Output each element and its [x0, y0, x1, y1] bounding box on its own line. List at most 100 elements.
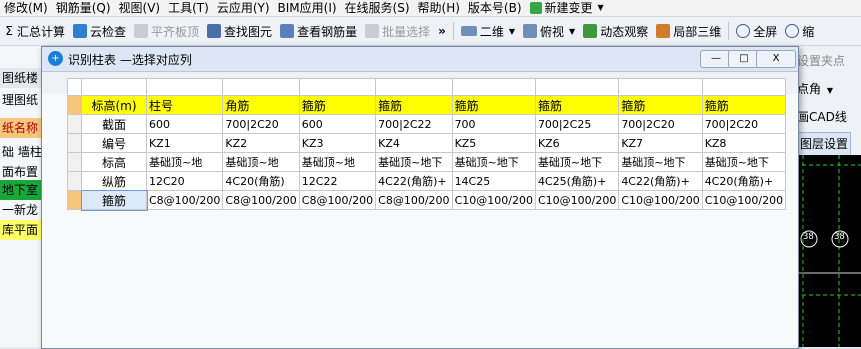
- menu-rebar-quantity[interactable]: 钢筋量(Q): [52, 0, 115, 16]
- table-cell[interactable]: C8@100/200: [375, 190, 453, 210]
- table-cell[interactable]: KZ8: [701, 133, 787, 153]
- menu-version[interactable]: 版本号(B): [464, 0, 526, 16]
- left-panel-item[interactable]: 础 墙柱: [0, 142, 44, 162]
- table-cell[interactable]: KZ2: [222, 133, 300, 153]
- row-header[interactable]: [67, 114, 82, 134]
- table-cell[interactable]: [701, 78, 787, 96]
- row-label[interactable]: 纵筋: [81, 171, 147, 191]
- menu-tools[interactable]: 工具(T): [164, 0, 213, 16]
- cad-canvas[interactable]: 38 38: [795, 155, 861, 347]
- row-label[interactable]: 箍筋: [80, 189, 148, 211]
- point-angle-button[interactable]: 点角 ▼: [797, 78, 833, 100]
- table-cell[interactable]: 700|2C20: [618, 114, 703, 134]
- table-cell[interactable]: KZ5: [451, 133, 536, 153]
- dynamic-view-button[interactable]: 动态观察: [579, 19, 652, 43]
- header-label[interactable]: 标高(m): [81, 95, 147, 115]
- table-cell[interactable]: [81, 78, 147, 96]
- cloud-check-button[interactable]: 云检查: [69, 19, 130, 43]
- table-cell[interactable]: 12C20: [145, 171, 224, 191]
- layer-settings-tab[interactable]: 图层设置: [797, 132, 852, 156]
- menu-help[interactable]: 帮助(H): [414, 0, 464, 16]
- table-cell[interactable]: C10@100/200: [701, 190, 787, 210]
- row-label[interactable]: 编号: [81, 133, 147, 153]
- menu-online-service[interactable]: 在线服务(S): [341, 0, 414, 16]
- table-cell[interactable]: [618, 78, 703, 96]
- row-label[interactable]: 标高: [81, 152, 147, 172]
- row-header[interactable]: [67, 171, 82, 191]
- table-cell[interactable]: 4C20(角筋)+: [701, 171, 787, 191]
- dialog-titlebar[interactable]: + 识别柱表 —选择对应列 — □ X: [42, 47, 798, 72]
- menu-bim[interactable]: BIM应用(I): [274, 0, 341, 16]
- row-header[interactable]: [67, 133, 82, 153]
- table-cell[interactable]: C8@100/200: [222, 190, 300, 210]
- batch-select-button[interactable]: 批量选择: [361, 19, 434, 43]
- table-cell[interactable]: 700|2C20: [222, 114, 300, 134]
- table-cell[interactable]: 基础顶~地: [298, 152, 377, 172]
- column-type-select[interactable]: 箍筋: [298, 95, 377, 115]
- left-panel-item[interactable]: 图纸楼: [0, 68, 44, 88]
- table-cell[interactable]: 14C25: [451, 171, 536, 191]
- table-cell[interactable]: 600: [145, 114, 224, 134]
- cad-line-button[interactable]: 画CAD线: [797, 106, 847, 128]
- column-type-select[interactable]: 箍筋: [534, 95, 620, 115]
- table-cell[interactable]: 700|2C22: [375, 114, 453, 134]
- left-panel-item[interactable]: 理图纸: [0, 90, 44, 110]
- table-cell[interactable]: [298, 78, 377, 96]
- table-cell[interactable]: 基础顶~地下: [618, 152, 703, 172]
- table-cell[interactable]: C10@100/200: [618, 190, 703, 210]
- table-cell[interactable]: KZ4: [375, 133, 453, 153]
- more-button[interactable]: »: [434, 19, 450, 43]
- top-view-dropdown[interactable]: 俯视 ▼: [519, 19, 579, 43]
- table-cell[interactable]: 700|2C25: [534, 114, 620, 134]
- table-cell[interactable]: 基础顶~地下: [451, 152, 536, 172]
- table-cell[interactable]: 基础顶~地: [222, 152, 300, 172]
- table-cell[interactable]: C8@100/200: [298, 190, 377, 210]
- row-header[interactable]: [67, 152, 82, 172]
- table-cell[interactable]: [534, 78, 620, 96]
- left-panel-item[interactable]: 库平面: [0, 220, 44, 240]
- table-cell[interactable]: KZ1: [145, 133, 224, 153]
- table-cell[interactable]: 4C25(角筋)+: [534, 171, 620, 191]
- fullscreen-button[interactable]: 全屏: [732, 19, 781, 43]
- table-cell[interactable]: C10@100/200: [534, 190, 620, 210]
- table-cell[interactable]: KZ7: [618, 133, 703, 153]
- table-cell[interactable]: 700|2C20: [701, 114, 787, 134]
- table-cell[interactable]: [222, 78, 300, 96]
- left-panel-item[interactable]: 一新龙: [0, 200, 44, 220]
- row-header[interactable]: [67, 190, 82, 210]
- table-cell[interactable]: 700: [451, 114, 536, 134]
- table-cell[interactable]: 4C22(角筋)+: [618, 171, 703, 191]
- table-cell[interactable]: [145, 78, 224, 96]
- table-cell[interactable]: 基础顶~地: [145, 152, 224, 172]
- close-button[interactable]: X: [756, 50, 796, 68]
- table-cell[interactable]: 4C22(角筋)+: [375, 171, 453, 191]
- table-cell[interactable]: [451, 78, 536, 96]
- row-label[interactable]: 截面: [81, 114, 147, 134]
- table-cell[interactable]: C10@100/200: [451, 190, 536, 210]
- local-3d-button[interactable]: 局部三维: [652, 19, 725, 43]
- table-cell[interactable]: KZ3: [298, 133, 377, 153]
- left-panel-item[interactable]: 纸名称: [0, 118, 44, 138]
- flat-slab-button[interactable]: 平齐板顶: [130, 19, 203, 43]
- column-type-select[interactable]: 箍筋: [618, 95, 703, 115]
- table-cell[interactable]: 基础顶~地下: [701, 152, 787, 172]
- find-element-button[interactable]: 查找图元: [203, 19, 276, 43]
- sum-button[interactable]: Σ 汇总计算: [0, 19, 69, 43]
- table-cell[interactable]: C8@100/200: [145, 190, 224, 210]
- menu-view[interactable]: 视图(V): [115, 0, 165, 16]
- left-panel-item[interactable]: 地下室: [0, 180, 44, 200]
- menu-cloud[interactable]: 云应用(Y): [213, 0, 274, 16]
- view-2d-dropdown[interactable]: 二维 ▼: [457, 19, 519, 43]
- left-panel-item[interactable]: 面布置: [0, 162, 44, 182]
- column-type-select[interactable]: 箍筋: [451, 95, 536, 115]
- table-cell[interactable]: 600: [298, 114, 377, 134]
- column-type-select[interactable]: 角筋: [222, 95, 300, 115]
- new-change-menu[interactable]: 新建变更 ▼: [526, 0, 608, 16]
- table-cell[interactable]: 基础顶~地下: [375, 152, 453, 172]
- column-type-select[interactable]: 柱号: [145, 95, 224, 115]
- row-header[interactable]: [67, 78, 82, 96]
- view-rebar-button[interactable]: 查看钢筋量: [276, 19, 361, 43]
- table-cell[interactable]: 12C22: [298, 171, 377, 191]
- menu-modify[interactable]: 修改(M): [0, 0, 52, 16]
- zoom-out-button[interactable]: 缩: [781, 19, 818, 43]
